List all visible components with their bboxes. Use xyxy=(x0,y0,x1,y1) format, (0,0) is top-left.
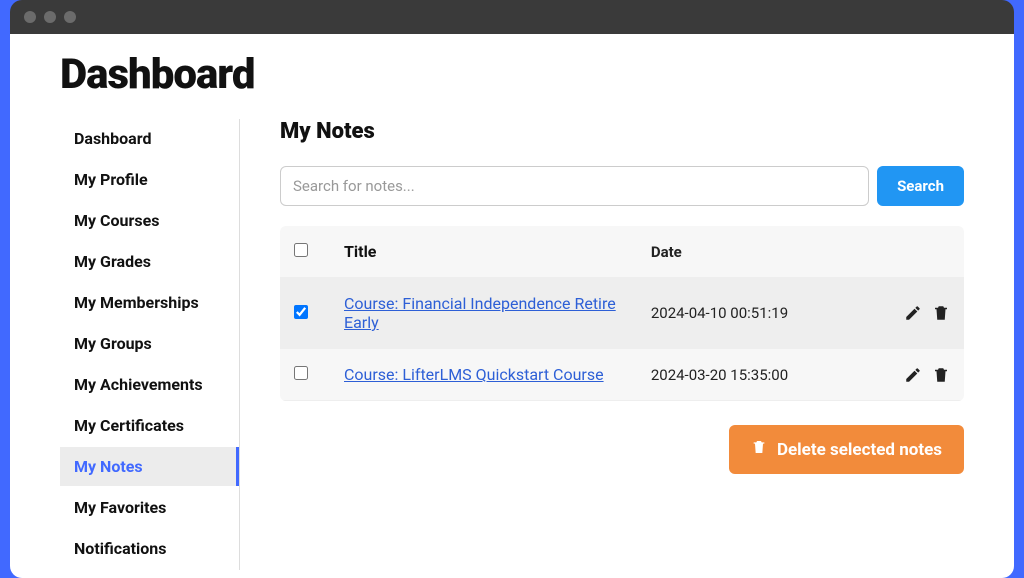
sidebar-item-my-groups[interactable]: My Groups xyxy=(60,324,239,363)
window-dot-minimize[interactable] xyxy=(44,11,56,23)
notes-table: Title Date Course: Financial Independenc… xyxy=(280,226,964,401)
note-title-link[interactable]: Course: LifterLMS Quickstart Course xyxy=(344,365,604,384)
window-body: Dashboard Dashboard My Profile My Course… xyxy=(10,34,1014,578)
trash-icon[interactable] xyxy=(932,366,950,384)
sidebar-item-my-favorites[interactable]: My Favorites xyxy=(60,488,239,527)
note-date: 2024-03-20 15:35:00 xyxy=(651,366,870,384)
sidebar-item-notifications[interactable]: Notifications xyxy=(60,529,239,568)
row-checkbox[interactable] xyxy=(294,366,308,380)
section-title: My Notes xyxy=(280,119,964,144)
sidebar-item-my-certificates[interactable]: My Certificates xyxy=(60,406,239,445)
footer-actions: Delete selected notes xyxy=(280,425,964,474)
window-titlebar xyxy=(10,0,1014,34)
row-checkbox[interactable] xyxy=(294,305,308,319)
sidebar-item-my-grades[interactable]: My Grades xyxy=(60,242,239,281)
edit-icon[interactable] xyxy=(904,304,922,322)
column-header-date: Date xyxy=(651,243,870,261)
sidebar-item-my-memberships[interactable]: My Memberships xyxy=(60,283,239,322)
window-dot-maximize[interactable] xyxy=(64,11,76,23)
page-title: Dashboard xyxy=(60,50,964,99)
table-row: Course: Financial Independence Retire Ea… xyxy=(280,278,964,349)
table-header-row: Title Date xyxy=(280,226,964,278)
sidebar: Dashboard My Profile My Courses My Grade… xyxy=(60,119,240,570)
main-content: My Notes Search Title Date Course: Finan… xyxy=(280,119,964,570)
sidebar-item-my-courses[interactable]: My Courses xyxy=(60,201,239,240)
delete-button-label: Delete selected notes xyxy=(777,440,942,460)
edit-icon[interactable] xyxy=(904,366,922,384)
search-bar: Search xyxy=(280,166,964,206)
trash-icon xyxy=(751,439,767,460)
table-row: Course: LifterLMS Quickstart Course 2024… xyxy=(280,349,964,401)
note-title-link[interactable]: Course: Financial Independence Retire Ea… xyxy=(344,294,616,332)
delete-selected-button[interactable]: Delete selected notes xyxy=(729,425,964,474)
select-all-checkbox[interactable] xyxy=(294,243,308,257)
sidebar-item-dashboard[interactable]: Dashboard xyxy=(60,119,239,158)
sidebar-item-my-notes[interactable]: My Notes xyxy=(60,447,239,486)
sidebar-item-my-profile[interactable]: My Profile xyxy=(60,160,239,199)
window-dot-close[interactable] xyxy=(24,11,36,23)
note-date: 2024-04-10 00:51:19 xyxy=(651,304,870,322)
search-input[interactable] xyxy=(280,166,869,206)
search-button[interactable]: Search xyxy=(877,166,964,206)
column-header-title: Title xyxy=(344,242,651,261)
sidebar-item-my-achievements[interactable]: My Achievements xyxy=(60,365,239,404)
trash-icon[interactable] xyxy=(932,304,950,322)
